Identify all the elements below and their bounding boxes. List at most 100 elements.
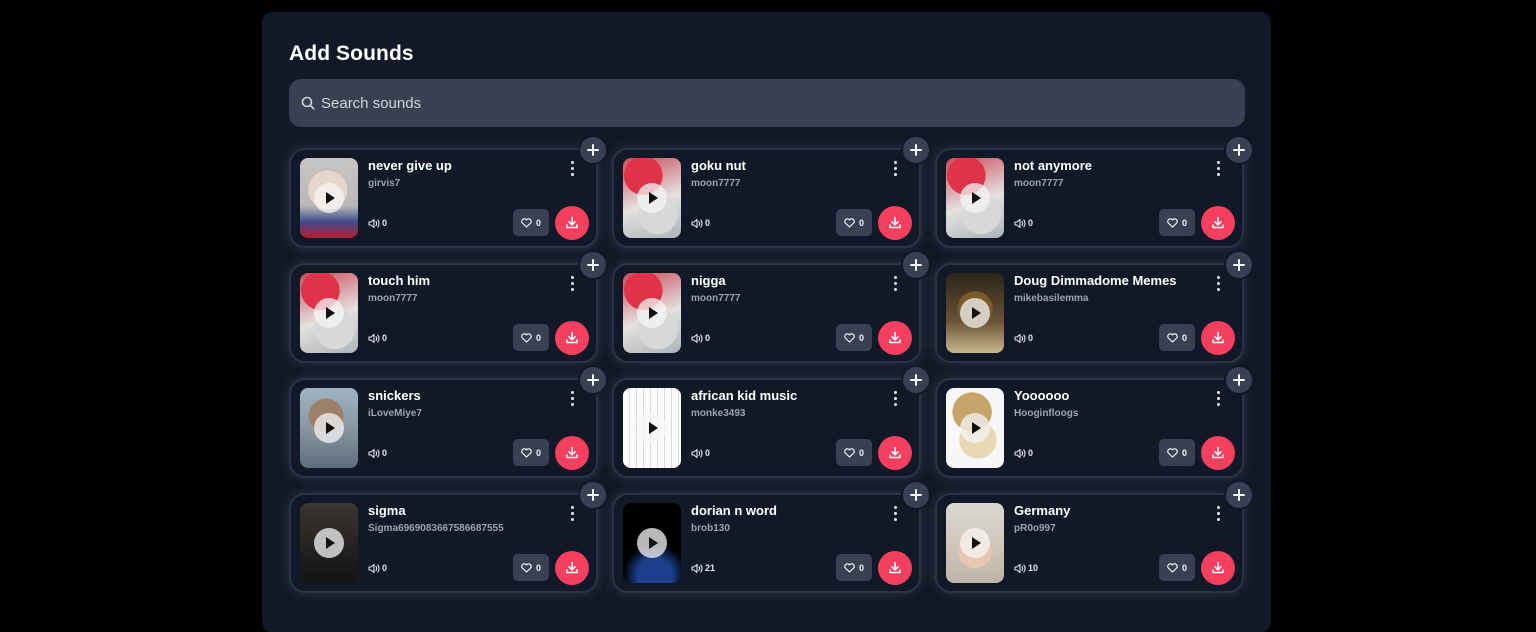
- sound-thumbnail: [300, 158, 358, 238]
- like-button[interactable]: 0: [513, 209, 549, 236]
- heart-icon: [521, 217, 532, 228]
- page-title: Add Sounds: [289, 42, 414, 65]
- sound-thumbnail: [623, 503, 681, 583]
- download-button[interactable]: [1201, 436, 1235, 470]
- more-vertical-icon[interactable]: [892, 505, 898, 521]
- sound-card: not anymore moon7777 0 0: [935, 137, 1252, 248]
- play-button[interactable]: [314, 413, 344, 443]
- search-bar[interactable]: [289, 79, 1245, 127]
- sound-author[interactable]: girvis7: [368, 178, 400, 189]
- add-sound-button[interactable]: [903, 137, 929, 163]
- download-icon: [889, 216, 901, 229]
- more-vertical-icon[interactable]: [569, 160, 575, 176]
- play-button[interactable]: [960, 183, 990, 213]
- add-sound-button[interactable]: [580, 367, 606, 393]
- sound-thumbnail: [623, 388, 681, 468]
- sound-author[interactable]: Sigma6969083667586687555: [368, 523, 504, 534]
- like-button[interactable]: 0: [1159, 554, 1195, 581]
- sound-name: Germany: [1014, 503, 1071, 518]
- play-button[interactable]: [314, 183, 344, 213]
- add-sound-button[interactable]: [580, 252, 606, 278]
- like-button[interactable]: 0: [513, 439, 549, 466]
- like-button[interactable]: 0: [836, 554, 872, 581]
- sound-name: touch him: [368, 273, 431, 288]
- play-button[interactable]: [960, 298, 990, 328]
- download-button[interactable]: [878, 321, 912, 355]
- sound-grid: never give up girvis7 0 0 goku nut moon7…: [289, 137, 1252, 593]
- more-vertical-icon[interactable]: [569, 505, 575, 521]
- add-sound-button[interactable]: [903, 367, 929, 393]
- sound-card: Germany pR0o997 10 0: [935, 482, 1252, 593]
- play-button[interactable]: [960, 413, 990, 443]
- play-button[interactable]: [314, 528, 344, 558]
- download-button[interactable]: [1201, 321, 1235, 355]
- download-button[interactable]: [555, 206, 589, 240]
- play-button[interactable]: [637, 183, 667, 213]
- play-count: 0: [691, 216, 710, 230]
- more-vertical-icon[interactable]: [892, 390, 898, 406]
- more-vertical-icon[interactable]: [892, 275, 898, 291]
- play-button[interactable]: [637, 413, 667, 443]
- heart-icon: [521, 562, 532, 573]
- sound-author[interactable]: Hooginfloogs: [1014, 408, 1078, 419]
- sound-author[interactable]: monke3493: [691, 408, 745, 419]
- sound-thumbnail: [623, 273, 681, 353]
- play-button[interactable]: [637, 298, 667, 328]
- add-sound-button[interactable]: [1226, 367, 1252, 393]
- sound-card: dorian n word brob130 21 0: [612, 482, 929, 593]
- sound-name: not anymore: [1014, 158, 1093, 173]
- download-button[interactable]: [1201, 206, 1235, 240]
- play-count: 0: [1014, 331, 1033, 345]
- add-sound-button[interactable]: [903, 482, 929, 508]
- sound-author[interactable]: moon7777: [691, 178, 740, 189]
- download-button[interactable]: [1201, 551, 1235, 585]
- sound-author[interactable]: mikebasilemma: [1014, 293, 1089, 304]
- like-button[interactable]: 0: [1159, 439, 1195, 466]
- sound-author[interactable]: moon7777: [1014, 178, 1063, 189]
- more-vertical-icon[interactable]: [1215, 390, 1221, 406]
- play-count: 0: [368, 331, 387, 345]
- play-button[interactable]: [637, 528, 667, 558]
- sound-card: snickers iLoveMiye7 0 0: [289, 367, 606, 478]
- play-count: 0: [368, 446, 387, 460]
- more-vertical-icon[interactable]: [1215, 275, 1221, 291]
- like-button[interactable]: 0: [513, 554, 549, 581]
- more-vertical-icon[interactable]: [569, 390, 575, 406]
- more-vertical-icon[interactable]: [892, 160, 898, 176]
- sound-author[interactable]: moon7777: [691, 293, 740, 304]
- play-count: 0: [1014, 216, 1033, 230]
- download-button[interactable]: [555, 436, 589, 470]
- add-sound-button[interactable]: [580, 137, 606, 163]
- sound-author[interactable]: brob130: [691, 523, 730, 534]
- like-button[interactable]: 0: [1159, 324, 1195, 351]
- heart-icon: [844, 562, 855, 573]
- like-button[interactable]: 0: [836, 209, 872, 236]
- download-button[interactable]: [878, 436, 912, 470]
- add-sound-button[interactable]: [1226, 482, 1252, 508]
- download-button[interactable]: [878, 206, 912, 240]
- play-button[interactable]: [314, 298, 344, 328]
- add-sound-button[interactable]: [1226, 252, 1252, 278]
- sound-author[interactable]: iLoveMiye7: [368, 408, 422, 419]
- more-vertical-icon[interactable]: [1215, 505, 1221, 521]
- like-button[interactable]: 0: [1159, 209, 1195, 236]
- add-sound-button[interactable]: [580, 482, 606, 508]
- sound-author[interactable]: pR0o997: [1014, 523, 1056, 534]
- more-vertical-icon[interactable]: [1215, 160, 1221, 176]
- play-button[interactable]: [960, 528, 990, 558]
- more-vertical-icon[interactable]: [569, 275, 575, 291]
- like-button[interactable]: 0: [513, 324, 549, 351]
- add-sound-button[interactable]: [1226, 137, 1252, 163]
- download-button[interactable]: [555, 551, 589, 585]
- like-button[interactable]: 0: [836, 324, 872, 351]
- sound-card: goku nut moon7777 0 0: [612, 137, 929, 248]
- heart-icon: [844, 447, 855, 458]
- search-input[interactable]: [321, 79, 1221, 127]
- sound-card: never give up girvis7 0 0: [289, 137, 606, 248]
- heart-icon: [521, 447, 532, 458]
- download-button[interactable]: [555, 321, 589, 355]
- add-sound-button[interactable]: [903, 252, 929, 278]
- like-button[interactable]: 0: [836, 439, 872, 466]
- sound-author[interactable]: moon7777: [368, 293, 417, 304]
- download-button[interactable]: [878, 551, 912, 585]
